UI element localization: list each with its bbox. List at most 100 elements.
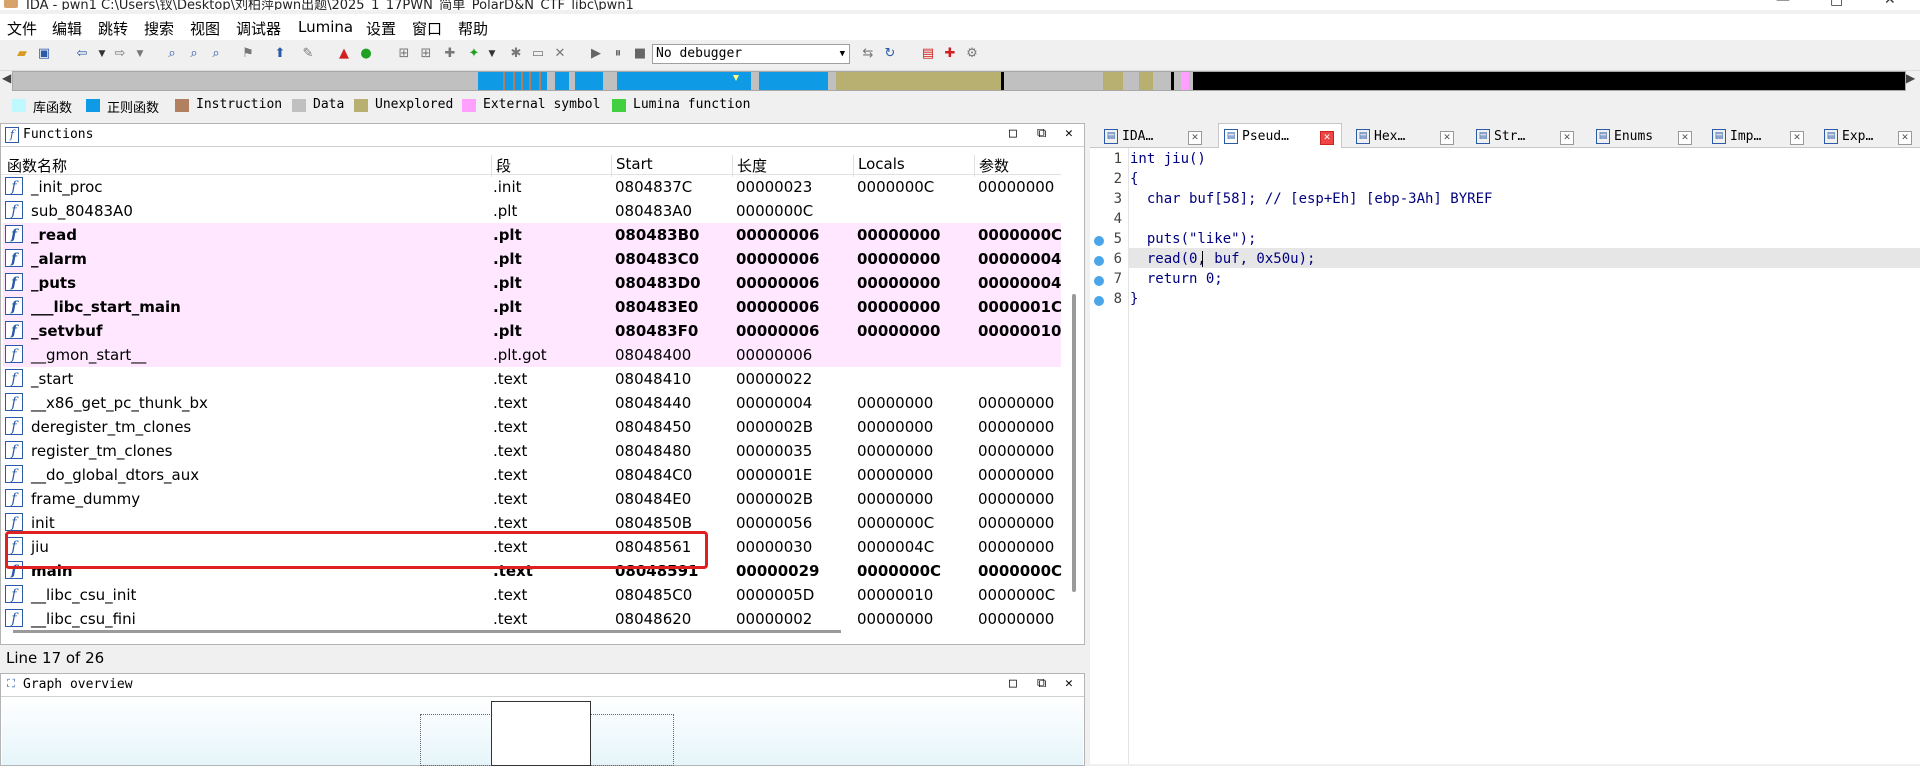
save-icon[interactable]: ▣ xyxy=(36,46,52,62)
table-row[interactable]: f frame_dummy .text 080484E0 0000002B 0000000… xyxy=(3,487,1061,511)
table-row[interactable]: f __libc_csu_init .text 080485C0 0000005D 000… xyxy=(3,583,1061,607)
table-row[interactable]: f __gmon_start__ .plt.got 08048400 00000006 xyxy=(3,343,1061,367)
text-search-icon[interactable]: ⌕ xyxy=(186,46,202,62)
vertical-scrollbar[interactable] xyxy=(1072,294,1076,592)
tab-close-icon[interactable]: ✕ xyxy=(1678,131,1692,145)
col-start[interactable]: Start xyxy=(611,155,653,177)
menu-search[interactable]: 搜索 xyxy=(144,18,174,39)
col-locals[interactable]: Locals xyxy=(853,155,905,177)
image-icon[interactable]: ▭ xyxy=(530,46,546,62)
add-icon[interactable]: ✚ xyxy=(442,46,458,62)
menu-lumina[interactable]: Lumina xyxy=(298,18,353,36)
nav-left-icon[interactable]: ◀ xyxy=(2,71,11,85)
col-function-name[interactable]: 函数名称 xyxy=(3,155,67,177)
horizontal-scrollbar[interactable] xyxy=(13,630,841,633)
breakpoint-marker-icon[interactable] xyxy=(1094,276,1104,286)
minimize-button[interactable]: — xyxy=(1776,0,1790,8)
debug-settings-icon[interactable]: ⚙ xyxy=(964,46,980,62)
col-segment[interactable]: 段 xyxy=(491,155,511,177)
nav-right-icon[interactable]: ▶ xyxy=(1906,71,1915,85)
binary-search-icon[interactable]: ⌕ xyxy=(164,46,180,62)
graph-maximize-icon[interactable]: □ xyxy=(1009,676,1017,691)
breakpoint-marker-icon[interactable] xyxy=(1094,256,1104,266)
open-icon[interactable]: ▰ xyxy=(14,46,30,62)
tab-close-icon[interactable]: ✕ xyxy=(1320,131,1334,145)
menu-view[interactable]: 视图 xyxy=(190,18,220,39)
table-row[interactable]: f _init_proc .init 0804837C 00000023 0000000C… xyxy=(3,175,1061,199)
tab-close-icon[interactable]: ✕ xyxy=(1898,131,1912,145)
table-row[interactable]: f _start .text 08048410 00000022 xyxy=(3,367,1061,391)
forward-icon[interactable]: ⇨ xyxy=(112,46,128,62)
graph-icon[interactable]: ▲ xyxy=(336,46,352,62)
col-length[interactable]: 长度 xyxy=(732,155,767,177)
breakpoint-marker-icon[interactable] xyxy=(1094,296,1104,306)
table-row[interactable]: f __do_global_dtors_aux .text 080484C0 00000… xyxy=(3,463,1061,487)
panel-close-icon[interactable]: ✕ xyxy=(1065,126,1073,141)
legend-swatch-regular xyxy=(86,99,100,112)
legend-swatch-data xyxy=(292,99,306,112)
cell-locals: 00000000 xyxy=(857,250,941,268)
jump-up-icon[interactable]: ⬆ xyxy=(272,46,288,62)
mark-icon[interactable]: ⚑ xyxy=(240,46,256,62)
run-icon[interactable]: ▶ xyxy=(588,46,604,62)
graph-node[interactable] xyxy=(491,701,591,766)
tab-close-icon[interactable]: ✕ xyxy=(1188,131,1202,145)
menu-help[interactable]: 帮助 xyxy=(458,18,488,39)
cross-icon[interactable]: ✕ xyxy=(552,46,568,62)
attach-icon[interactable]: ⇆ xyxy=(860,46,876,62)
plugin-dropdown-icon[interactable]: ▼ xyxy=(484,46,500,62)
table-row[interactable]: f _setvbuf .plt 080483F0 00000006 00000000 000… xyxy=(3,319,1062,343)
enum-icon[interactable]: ⊞ xyxy=(418,46,434,62)
table-row[interactable]: f ___libc_start_main .plt 080483E0 00000006 0… xyxy=(3,295,1062,319)
debugger-select[interactable]: No debugger ▼ xyxy=(652,44,850,64)
search-next-icon[interactable]: ⌕ xyxy=(208,46,224,62)
back-dropdown-icon[interactable]: ▼ xyxy=(94,46,110,62)
graph-close-icon[interactable]: ✕ xyxy=(1065,676,1073,691)
add-breakpoint-icon[interactable]: ✚ xyxy=(942,46,958,62)
graph-float-icon[interactable]: ⧉ xyxy=(1037,676,1046,691)
forward-dropdown-icon[interactable]: ▼ xyxy=(132,46,148,62)
menu-settings[interactable]: 设置 xyxy=(366,18,396,39)
close-window-button[interactable]: ✕ xyxy=(1884,0,1896,8)
table-row[interactable]: f deregister_tm_clones .text 08048450 000000… xyxy=(3,415,1061,439)
menu-file[interactable]: 文件 xyxy=(7,18,37,39)
breakpoint-marker-icon[interactable] xyxy=(1094,236,1104,246)
code-line[interactable]: } xyxy=(1130,291,1138,307)
col-args[interactable]: 参数 xyxy=(974,155,1009,177)
code-line[interactable]: int jiu() xyxy=(1130,151,1206,167)
navigation-band[interactable] xyxy=(12,71,1906,91)
table-row[interactable]: f register_tm_clones .text 08048480 00000035… xyxy=(3,439,1061,463)
table-row[interactable]: f __x86_get_pc_thunk_bx .text 08048440 00000… xyxy=(3,391,1061,415)
maximize-button[interactable]: □ xyxy=(1830,0,1843,8)
code-line[interactable]: { xyxy=(1130,171,1138,187)
status-ok-icon[interactable]: ● xyxy=(358,46,374,62)
menu-window[interactable]: 窗口 xyxy=(412,18,442,39)
table-row[interactable]: f _alarm .plt 080483C0 00000006 00000000 00000… xyxy=(3,247,1062,271)
tool-icon[interactable]: ✱ xyxy=(508,46,524,62)
step-icon[interactable]: ↻ xyxy=(882,46,898,62)
panel-float-icon[interactable]: ⧉ xyxy=(1037,126,1046,141)
cell-seg: .plt xyxy=(493,250,522,268)
table-row[interactable]: f _read .plt 080483B0 00000006 00000000 000000… xyxy=(3,223,1062,247)
panel-maximize-icon[interactable]: □ xyxy=(1009,126,1017,141)
code-line[interactable]: puts("like"); xyxy=(1130,231,1257,247)
menu-jump[interactable]: 跳转 xyxy=(98,18,128,39)
tab-close-icon[interactable]: ✕ xyxy=(1560,131,1574,145)
structure-icon[interactable]: ⊞ xyxy=(396,46,412,62)
tab-close-icon[interactable]: ✕ xyxy=(1790,131,1804,145)
table-row[interactable]: f sub_80483A0 .plt 080483A0 0000000C xyxy=(3,199,1061,223)
patch-icon[interactable]: ✎ xyxy=(300,46,316,62)
code-line[interactable]: char buf[58]; // [esp+Eh] [ebp-3Ah] BYRE… xyxy=(1130,191,1493,207)
menu-edit[interactable]: 编辑 xyxy=(52,18,82,39)
back-icon[interactable]: ⇦ xyxy=(74,46,90,62)
table-row[interactable]: f __libc_csu_fini .text 08048620 00000002 000… xyxy=(3,607,1061,631)
plugin-icon[interactable]: ✦ xyxy=(466,46,482,62)
menu-debugger[interactable]: 调试器 xyxy=(236,18,281,39)
code-line[interactable]: return 0; xyxy=(1130,271,1223,287)
tab-close-icon[interactable]: ✕ xyxy=(1440,131,1454,145)
stop-icon[interactable]: ■ xyxy=(632,46,648,62)
table-row[interactable]: f _puts .plt 080483D0 00000006 00000000 000000… xyxy=(3,271,1062,295)
breakpoints-icon[interactable]: ▤ xyxy=(920,46,936,62)
code-line[interactable]: read(0, buf, 0x50u); xyxy=(1130,251,1316,267)
pause-icon[interactable]: ⏸ xyxy=(610,46,626,62)
